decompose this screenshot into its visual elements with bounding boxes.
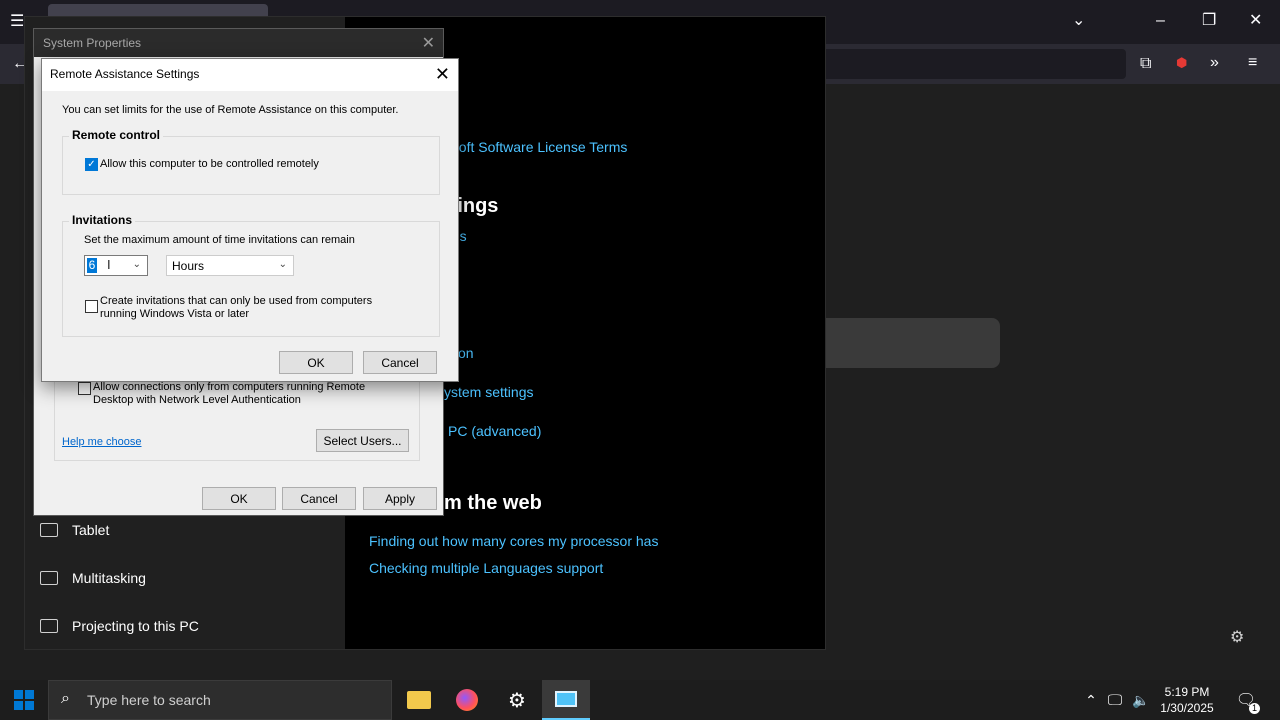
clock[interactable]: 5:19 PM 1/30/2025	[1152, 684, 1222, 716]
license-terms-link[interactable]: osoft Software License Terms	[444, 139, 627, 155]
select-users-button[interactable]: Select Users...	[316, 429, 409, 452]
remote-control-group-title: Remote control	[69, 128, 164, 142]
remote-desktop-logo	[555, 691, 577, 707]
nav-item-multitasking[interactable]: Multitasking	[40, 566, 146, 590]
firefox-logo	[456, 689, 478, 711]
help-me-choose-link[interactable]: Help me choose	[62, 436, 142, 449]
pc-advanced-link[interactable]: PC (advanced)	[448, 423, 541, 439]
help-from-web-heading: m the web	[444, 492, 542, 514]
chevron-down-icon[interactable]: ⌄	[279, 259, 287, 270]
invitation-amount-combo[interactable]: 6 I ⌄	[84, 255, 148, 276]
nav-item-tablet[interactable]: Tablet	[40, 518, 109, 542]
invitation-unit-select[interactable]: Hours ⌄	[166, 255, 294, 276]
multitasking-icon	[40, 571, 58, 585]
search-placeholder: Type here to search	[87, 692, 211, 708]
chevron-down-icon[interactable]: ⌄	[1072, 13, 1085, 29]
web-help-link-1[interactable]: Finding out how many cores my processor …	[369, 533, 658, 549]
gear-icon[interactable]: ⚙	[1230, 630, 1244, 646]
apply-button[interactable]: Apply	[363, 487, 437, 510]
dialog-title-bar: Remote Assistance Settings ✕	[42, 59, 458, 91]
tablet-icon	[40, 523, 58, 537]
text-cursor-icon: I	[107, 257, 111, 272]
notification-count: 1	[1249, 703, 1260, 714]
nla-checkbox[interactable]	[78, 382, 91, 395]
allow-remote-control-checkbox[interactable]: ✓	[85, 158, 98, 171]
invitation-unit-value: Hours	[172, 259, 205, 273]
tab-list-icon[interactable]: ☰	[10, 14, 24, 30]
vista-only-label: Create invitations that can only be used…	[100, 295, 373, 320]
restore-icon[interactable]: ❐	[1202, 13, 1216, 29]
nav-item-label: Projecting to this PC	[72, 618, 199, 634]
search-icon: ⌕	[61, 690, 70, 707]
invitation-amount-value[interactable]: 6	[87, 258, 97, 273]
web-help-link-2[interactable]: Checking multiple Languages support	[369, 560, 603, 576]
clock-date: 1/30/2025	[1160, 701, 1214, 715]
ok-button[interactable]: OK	[202, 487, 276, 510]
remote-assistance-settings-dialog: Remote Assistance Settings ✕ You can set…	[41, 58, 459, 382]
invitations-description: Set the maximum amount of time invitatio…	[84, 234, 355, 246]
nav-item-label: Multitasking	[72, 570, 146, 586]
close-icon[interactable]: ✕	[1249, 13, 1262, 29]
folder-shape	[407, 691, 431, 709]
clock-time: 5:19 PM	[1164, 685, 1210, 699]
minimize-icon[interactable]: –	[1156, 13, 1165, 29]
extensions-icon[interactable]: ⧉	[1140, 56, 1151, 72]
menu-icon[interactable]: ≡	[1248, 55, 1257, 71]
allow-remote-control-label: Allow this computer to be controlled rem…	[100, 158, 319, 170]
dialog-title: Remote Assistance Settings	[50, 67, 200, 81]
projecting-icon	[40, 619, 58, 633]
taskbar-search[interactable]: ⌕ Type here to search	[48, 680, 392, 720]
nla-checkbox-label: Allow connections only from computers ru…	[93, 381, 366, 406]
nav-item-label: Tablet	[72, 522, 110, 538]
content-card	[826, 318, 1000, 368]
dialog-title-bar: System Properties ✕	[34, 29, 443, 57]
file-explorer-icon[interactable]	[395, 680, 443, 720]
url-bar[interactable]	[820, 49, 1126, 79]
vista-only-checkbox[interactable]	[85, 300, 98, 313]
close-icon[interactable]: ✕	[435, 64, 450, 85]
cancel-button[interactable]: Cancel	[363, 351, 437, 374]
windows-icon	[14, 690, 34, 710]
advanced-system-settings-link[interactable]: ystem settings	[444, 384, 533, 400]
taskbar: ⌕ Type here to search ⚙ ⌃ 🖵 🔈 5:19 PM 1/…	[0, 680, 1280, 720]
settings-icon[interactable]: ⚙	[493, 680, 541, 720]
ublock-icon[interactable]: ⬢	[1176, 55, 1187, 71]
notifications-icon[interactable]: 🗨 1	[1226, 680, 1266, 720]
nav-item-projecting[interactable]: Projecting to this PC	[40, 614, 199, 638]
invitations-group-title: Invitations	[69, 213, 136, 227]
intro-text: You can set limits for the use of Remote…	[62, 104, 399, 116]
firefox-icon[interactable]	[443, 680, 491, 720]
overflow-icon[interactable]: »	[1210, 55, 1219, 71]
ok-button[interactable]: OK	[279, 351, 353, 374]
close-icon[interactable]: ✕	[422, 33, 435, 53]
remote-desktop-icon[interactable]	[542, 680, 590, 720]
dialog-title: System Properties	[43, 36, 142, 50]
chevron-down-icon[interactable]: ⌄	[133, 259, 141, 270]
start-button[interactable]	[0, 680, 48, 720]
cancel-button[interactable]: Cancel	[282, 487, 356, 510]
